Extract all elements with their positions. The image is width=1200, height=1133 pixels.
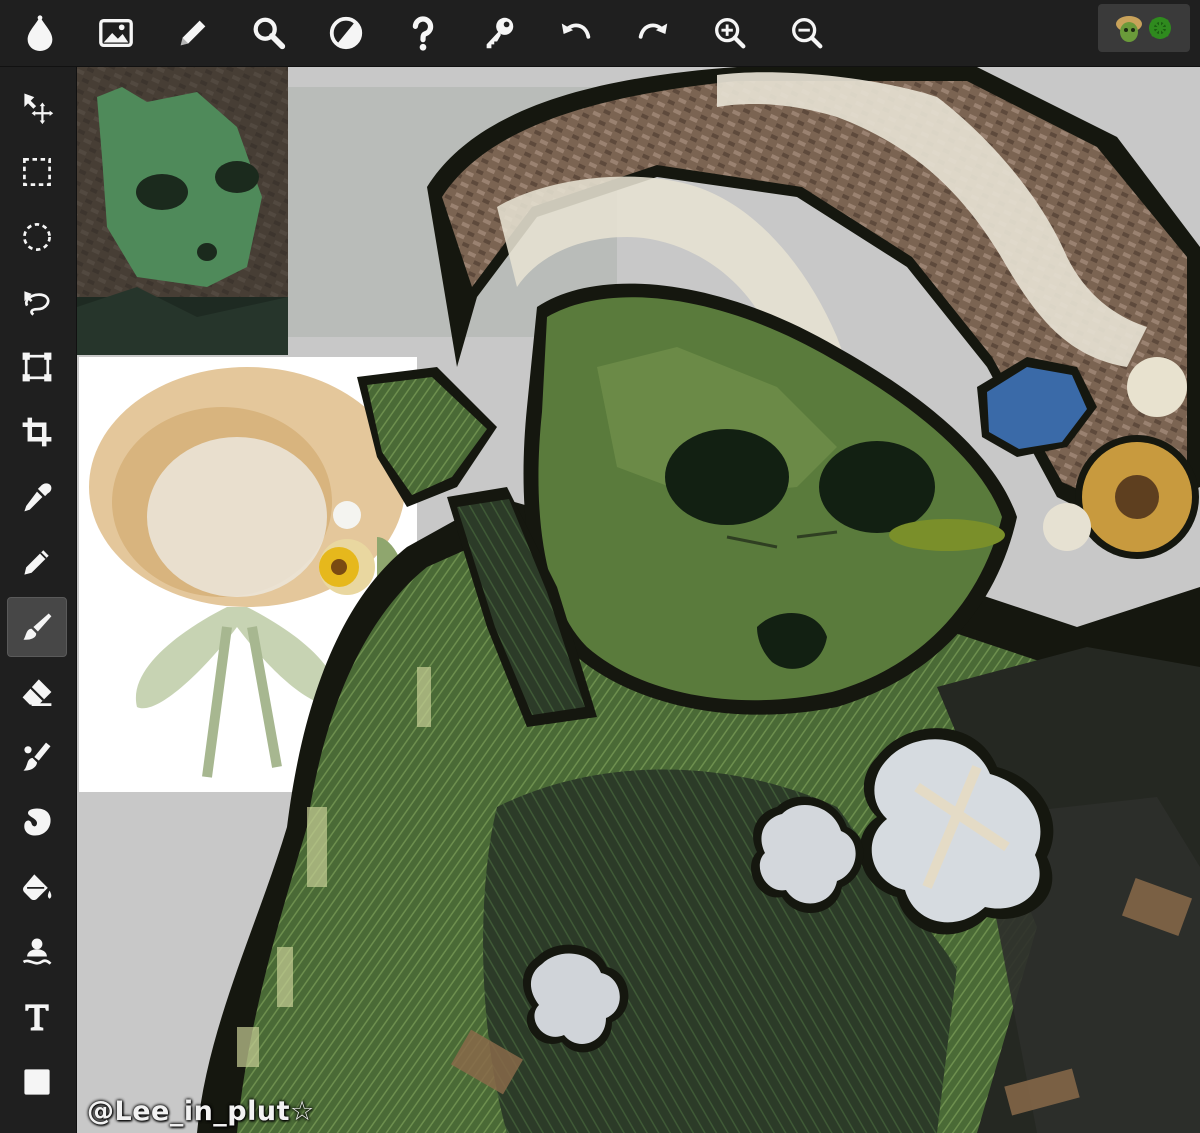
undo-icon[interactable] (549, 6, 603, 60)
blur-tool[interactable] (7, 792, 67, 852)
top-toolbar (0, 0, 1200, 67)
left-toolbar (0, 67, 77, 1133)
dashed-circle-icon (23, 223, 51, 251)
help-icon[interactable] (396, 6, 450, 60)
pencil-tool[interactable] (7, 532, 67, 592)
key-icon[interactable] (472, 6, 526, 60)
crop-tool[interactable] (7, 402, 67, 462)
crop-icon (22, 417, 52, 447)
ellipse-select-tool[interactable] (7, 207, 67, 267)
image-icon[interactable] (89, 6, 143, 60)
fill-tool[interactable] (7, 857, 67, 917)
eyedropper-icon (24, 483, 52, 512)
smudge-brush-icon (23, 742, 51, 771)
pencil-icon[interactable] (166, 6, 220, 60)
lasso-icon (24, 291, 50, 316)
move-arrows-icon (24, 93, 54, 125)
brush-tool[interactable] (7, 597, 67, 657)
brush-icon (23, 613, 52, 640)
letter-t-icon (25, 1004, 49, 1031)
dashed-rectangle-icon (23, 158, 51, 186)
search-icon[interactable] (242, 6, 296, 60)
layer-thumbnail[interactable] (1098, 4, 1190, 52)
color-swatch[interactable] (7, 1052, 67, 1112)
lasso-tool[interactable] (7, 272, 67, 332)
transform-box-icon (22, 352, 52, 382)
contrast-icon[interactable] (319, 6, 373, 60)
rect-select-tool[interactable] (7, 142, 67, 202)
artwork (77, 67, 1200, 1133)
eraser-icon (22, 679, 52, 706)
reference-photo-character (77, 67, 288, 355)
redo-icon[interactable] (626, 6, 680, 60)
white-square-icon (24, 1069, 50, 1095)
transform-tool[interactable] (7, 337, 67, 397)
zoom-in-icon[interactable] (703, 6, 757, 60)
smudge-tool[interactable] (7, 727, 67, 787)
clone-tool[interactable] (7, 922, 67, 982)
eraser-tool[interactable] (7, 662, 67, 722)
stamp-icon (22, 938, 52, 965)
paint-bucket-icon (23, 874, 52, 901)
move-tool[interactable] (7, 77, 67, 137)
green-character-thumbnail (1116, 16, 1171, 42)
app-logo-icon[interactable] (13, 6, 67, 60)
drawing-canvas[interactable]: @Lee_in_plut☆ (77, 67, 1200, 1133)
eyedropper-tool[interactable] (7, 467, 67, 527)
watermark-text: @Lee_in_plut☆ (87, 1096, 315, 1127)
blob-icon (24, 808, 51, 836)
text-tool[interactable] (7, 987, 67, 1047)
zoom-out-icon[interactable] (780, 6, 834, 60)
pencil-icon (24, 550, 49, 575)
